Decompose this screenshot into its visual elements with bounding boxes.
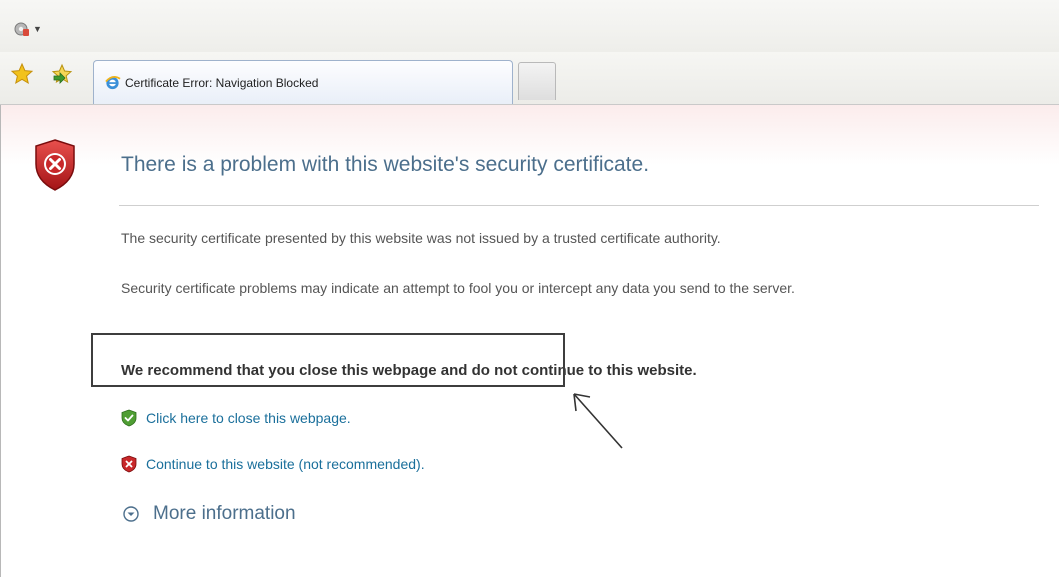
more-information-label: More information [153,503,296,524]
recommendation-text: We recommend that you close this webpage… [121,362,697,379]
favorites-star-icon [10,62,34,85]
browser-window: ▼ Certificate Error: Navigation Blocked [0,0,1059,577]
expand-circle-icon [123,506,139,522]
red-shield-x-icon [121,455,137,473]
error-page: There is a problem with this website's s… [0,105,1059,577]
tab-bar: Certificate Error: Navigation Blocked [0,52,1059,105]
command-bar: ▼ [0,0,1059,53]
add-favorites-icon [51,63,73,84]
tab-certificate-error[interactable]: Certificate Error: Navigation Blocked [93,60,513,104]
close-webpage-link[interactable]: Click here to close this webpage. [121,409,351,427]
continue-to-website-label: Continue to this website (not recommende… [146,456,425,472]
tools-menu-icon [14,22,29,36]
chevron-down-icon: ▼ [33,23,42,34]
continue-to-website-link[interactable]: Continue to this website (not recommende… [121,455,425,473]
ie-icon [105,76,121,90]
add-to-favorites-button[interactable] [50,62,74,86]
more-information-toggle[interactable]: More information [123,503,296,525]
description-security-problems: Security certificate problems may indica… [121,280,795,296]
tab-title: Certificate Error: Navigation Blocked [125,75,319,90]
page-title: There is a problem with this website's s… [121,153,650,176]
divider [119,205,1039,206]
green-shield-check-icon [121,409,137,427]
shield-error-icon [35,139,75,191]
new-tab-button[interactable] [518,62,556,100]
close-webpage-label: Click here to close this webpage. [146,410,351,426]
tools-menu-button[interactable]: ▼ [12,20,42,38]
description-trusted-authority: The security certificate presented by th… [121,230,721,246]
favorites-button[interactable] [10,62,34,86]
